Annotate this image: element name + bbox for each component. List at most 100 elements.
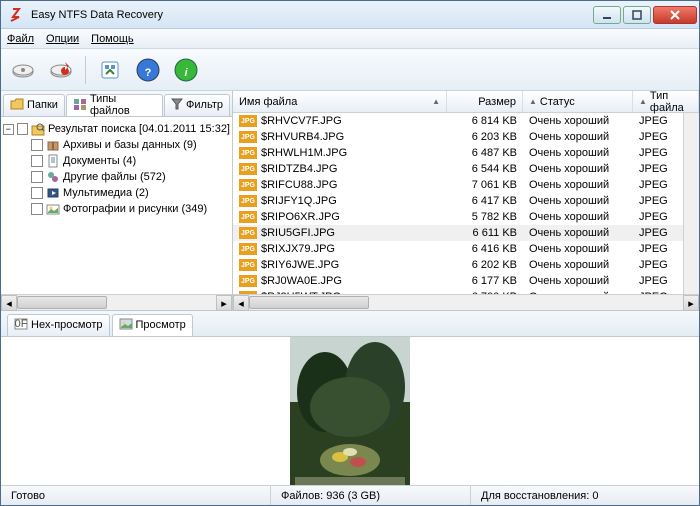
tab-preview[interactable]: Просмотр — [112, 314, 193, 336]
file-row[interactable]: JPG$RHWLH1M.JPG6 487 KBОчень хорошийJPEG — [233, 145, 683, 161]
tree-item[interactable]: Документы (4) — [3, 153, 230, 169]
scroll-right-icon[interactable]: ▸ — [216, 295, 232, 311]
tree-item[interactable]: Мультимедиа (2) — [3, 185, 230, 201]
file-row[interactable]: JPG$RIY6JWE.JPG6 202 KBОчень хорошийJPEG — [233, 257, 683, 273]
checkbox[interactable] — [31, 203, 43, 215]
checkbox[interactable] — [31, 139, 43, 151]
file-row[interactable]: JPG$RIFCU88.JPG7 061 KBОчень хорошийJPEG — [233, 177, 683, 193]
archive-icon — [46, 138, 60, 152]
doc-icon — [46, 154, 60, 168]
jpg-icon: JPG — [239, 259, 257, 271]
toolbar: ? i — [1, 49, 699, 91]
close-button[interactable] — [653, 6, 697, 24]
scrollbar-thumb[interactable] — [249, 296, 369, 309]
file-status: Очень хороший — [523, 163, 633, 175]
jpg-icon: JPG — [239, 195, 257, 207]
column-size[interactable]: Размер — [447, 91, 523, 112]
file-status: Очень хороший — [523, 195, 633, 207]
tree-item[interactable]: Другие файлы (572) — [3, 169, 230, 185]
tab-folders[interactable]: Папки — [3, 94, 65, 116]
folder-icon — [10, 98, 24, 113]
file-list[interactable]: JPG$RHVCV7F.JPG6 814 KBОчень хорошийJPEG… — [233, 113, 683, 294]
file-row[interactable]: JPG$RIXJX79.JPG6 416 KBОчень хорошийJPEG — [233, 241, 683, 257]
scrollbar-thumb[interactable] — [17, 296, 107, 309]
file-name: $RIDTZB4.JPG — [261, 163, 337, 175]
tree-item[interactable]: Архивы и базы данных (9) — [3, 137, 230, 153]
tab-hex-view[interactable]: 0FHex-просмотр — [7, 314, 110, 336]
status-file-count: Файлов: 936 (3 GB) — [271, 486, 471, 505]
file-row[interactable]: JPG$RHVCV7F.JPG6 814 KBОчень хорошийJPEG — [233, 113, 683, 129]
column-status[interactable]: ▲Статус — [523, 91, 633, 112]
file-size: 5 782 KB — [447, 211, 523, 223]
file-type: JPEG — [633, 179, 683, 191]
file-row[interactable]: JPG$RIPO6XR.JPG5 782 KBОчень хорошийJPEG — [233, 209, 683, 225]
file-name: $RIU5GFI.JPG — [261, 227, 335, 239]
menubar: Файл Опции Помощь — [1, 29, 699, 49]
checkbox[interactable] — [31, 187, 43, 199]
file-row[interactable]: JPG$RIU5GFI.JPG6 611 KBОчень хорошийJPEG — [233, 225, 683, 241]
jpg-icon: JPG — [239, 227, 257, 239]
scroll-left-icon[interactable]: ◂ — [233, 295, 249, 311]
file-size: 6 544 KB — [447, 163, 523, 175]
toolbar-info-button[interactable]: i — [170, 54, 202, 86]
tab-file-types[interactable]: Типы файлов — [66, 94, 163, 116]
jpg-icon: JPG — [239, 131, 257, 143]
toolbar-separator — [85, 56, 86, 84]
scroll-right-icon[interactable]: ▸ — [683, 295, 699, 311]
tree-item-label: Документы (4) — [63, 155, 136, 167]
tree-view[interactable]: − Результат поиска [04.01.2011 15:32] Ар… — [1, 117, 232, 294]
sort-asc-icon: ▲ — [432, 97, 440, 106]
file-size: 6 487 KB — [447, 147, 523, 159]
maximize-button[interactable] — [623, 6, 651, 24]
menu-options[interactable]: Опции — [46, 33, 79, 45]
left-panel: Папки Типы файлов Фильтр − Результат пои… — [1, 91, 233, 310]
titlebar[interactable]: Easy NTFS Data Recovery — [1, 1, 699, 29]
column-name[interactable]: Имя файла▲ — [233, 91, 447, 112]
file-row[interactable]: JPG$RIJFY1Q.JPG6 417 KBОчень хорошийJPEG — [233, 193, 683, 209]
tree-item[interactable]: Фотографии и рисунки (349) — [3, 201, 230, 217]
file-name: $RIPO6XR.JPG — [261, 211, 340, 223]
file-name: $RHVCV7F.JPG — [261, 115, 342, 127]
funnel-icon — [171, 98, 183, 113]
toolbar-options-button[interactable] — [94, 54, 126, 86]
file-name: $RIJFY1Q.JPG — [261, 195, 337, 207]
jpg-icon: JPG — [239, 147, 257, 159]
menu-file[interactable]: Файл — [7, 33, 34, 45]
tab-filter[interactable]: Фильтр — [164, 94, 230, 116]
file-name: $RHVURB4.JPG — [261, 131, 344, 143]
minimize-button[interactable] — [593, 6, 621, 24]
status-ready: Готово — [1, 486, 271, 505]
tree-item-label: Другие файлы (572) — [63, 171, 166, 183]
tree-root[interactable]: − Результат поиска [04.01.2011 15:32] — [3, 121, 230, 137]
file-size: 6 417 KB — [447, 195, 523, 207]
checkbox[interactable] — [31, 171, 43, 183]
toolbar-scan-button[interactable] — [7, 54, 39, 86]
checkbox[interactable] — [17, 123, 28, 135]
toolbar-recover-button[interactable] — [45, 54, 77, 86]
hex-icon: 0F — [14, 318, 28, 333]
file-status: Очень хороший — [523, 259, 633, 271]
file-type: JPEG — [633, 227, 683, 239]
file-row[interactable]: JPG$RJ0WA0E.JPG6 177 KBОчень хорошийJPEG — [233, 273, 683, 289]
file-size: 6 814 KB — [447, 115, 523, 127]
checkbox[interactable] — [31, 155, 43, 167]
collapse-icon[interactable]: − — [3, 124, 14, 135]
jpg-icon: JPG — [239, 115, 257, 127]
file-type: JPEG — [633, 211, 683, 223]
file-size: 6 177 KB — [447, 275, 523, 287]
file-size: 6 203 KB — [447, 131, 523, 143]
file-row[interactable]: JPG$RHVURB4.JPG6 203 KBОчень хорошийJPEG — [233, 129, 683, 145]
menu-help[interactable]: Помощь — [91, 33, 134, 45]
tree-item-label: Архивы и базы данных (9) — [63, 139, 197, 151]
right-horizontal-scrollbar[interactable]: ◂ ▸ — [233, 294, 699, 310]
vertical-scrollbar[interactable] — [683, 113, 699, 294]
file-type: JPEG — [633, 259, 683, 271]
photo-icon — [46, 202, 60, 216]
left-horizontal-scrollbar[interactable]: ◂ ▸ — [1, 294, 232, 310]
toolbar-help-button[interactable]: ? — [132, 54, 164, 86]
file-status: Очень хороший — [523, 243, 633, 255]
scroll-left-icon[interactable]: ◂ — [1, 295, 17, 311]
column-type[interactable]: ▲Тип файла — [633, 91, 699, 112]
file-size: 6 202 KB — [447, 259, 523, 271]
file-row[interactable]: JPG$RIDTZB4.JPG6 544 KBОчень хорошийJPEG — [233, 161, 683, 177]
